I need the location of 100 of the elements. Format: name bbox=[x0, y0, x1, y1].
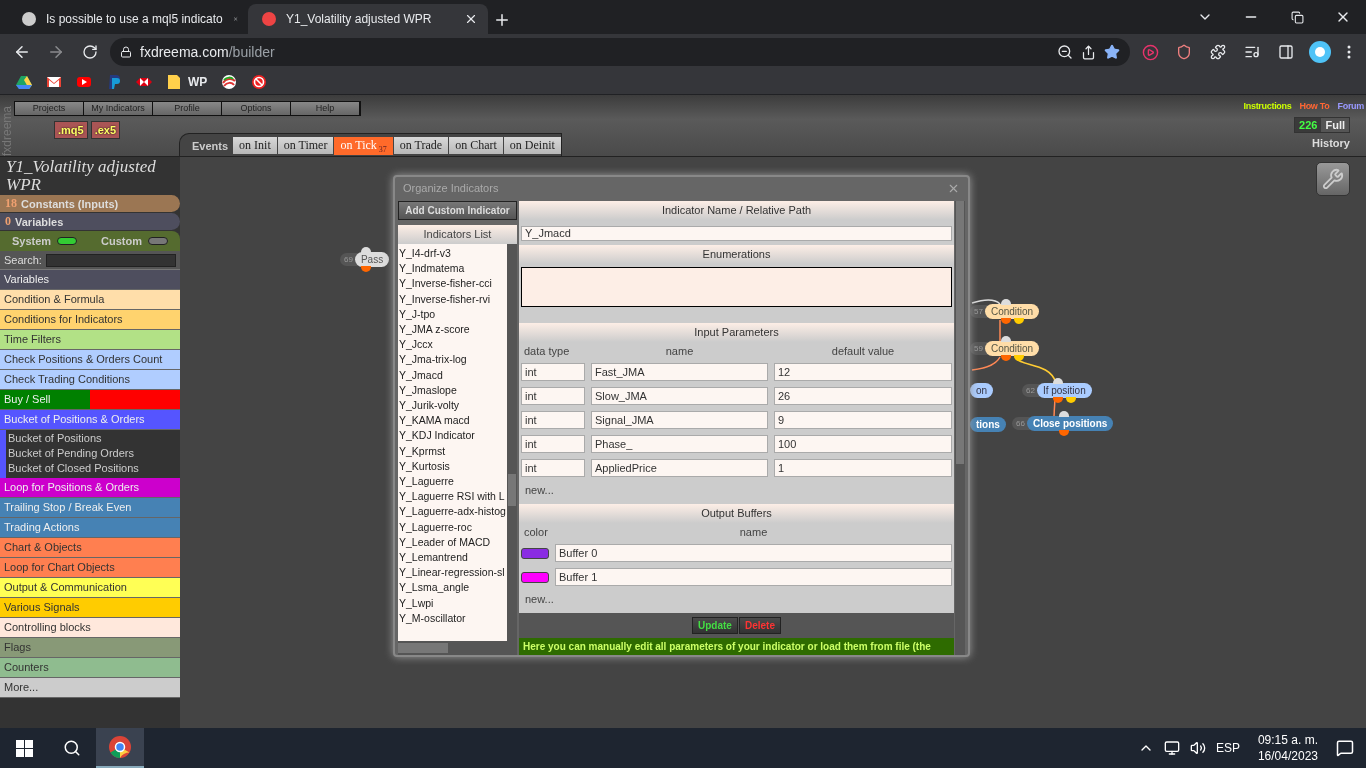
notifications-icon[interactable] bbox=[1336, 739, 1354, 757]
buffer-name-field[interactable]: Buffer 1 bbox=[555, 568, 952, 586]
category-item[interactable]: Time Filters bbox=[0, 330, 180, 350]
color-swatch[interactable] bbox=[521, 571, 549, 583]
event-tab[interactable]: on Trade bbox=[393, 137, 449, 155]
export-button[interactable]: .ex5 bbox=[90, 121, 121, 139]
subcategory-item[interactable]: Bucket of Positions bbox=[8, 431, 180, 446]
back-icon[interactable] bbox=[13, 43, 31, 61]
add-indicator-button[interactable]: Add Custom Indicator bbox=[398, 201, 517, 220]
indicator-item[interactable]: Y_Jmacd bbox=[398, 367, 507, 383]
type-field[interactable]: int bbox=[521, 363, 585, 381]
category-item[interactable]: Buy / Sell bbox=[0, 390, 90, 410]
toggle-switch[interactable] bbox=[148, 237, 168, 245]
indicator-item[interactable]: Y_M-oscillator bbox=[398, 610, 507, 627]
type-field[interactable]: int bbox=[521, 459, 585, 477]
browser-tab[interactable]: Y1_Volatility adjusted WPR bbox=[248, 4, 488, 34]
swirl-icon[interactable] bbox=[221, 74, 238, 90]
network-icon[interactable] bbox=[1163, 740, 1180, 756]
event-tab[interactable]: on Chart bbox=[449, 137, 503, 155]
volume-icon[interactable] bbox=[1189, 740, 1206, 756]
profile-icon[interactable] bbox=[1309, 41, 1331, 63]
indicator-item[interactable]: Y_Inverse-fisher-cci bbox=[398, 276, 507, 292]
menu-icon[interactable] bbox=[1347, 44, 1351, 60]
header-link[interactable]: Instructions bbox=[1243, 101, 1292, 111]
clock[interactable]: 09:15 a. m. 16/04/2023 bbox=[1257, 732, 1318, 764]
type-field[interactable]: int bbox=[521, 411, 585, 429]
buffer-name-field[interactable]: Buffer 0 bbox=[555, 544, 952, 562]
category-item[interactable]: Counters bbox=[0, 658, 180, 678]
bookmark-label[interactable]: WP bbox=[188, 75, 208, 89]
category-item[interactable]: Flags bbox=[0, 638, 180, 658]
name-field[interactable]: Y_Jmacd bbox=[521, 226, 952, 241]
menu-button[interactable]: Projects bbox=[15, 102, 84, 115]
indicator-item[interactable]: Y_Laguerre RSI with L bbox=[398, 489, 507, 505]
event-tab[interactable]: on Timer bbox=[277, 137, 334, 155]
browser-tab[interactable]: Is possible to use a mql5 indicato bbox=[8, 4, 248, 34]
category-item[interactable]: Controlling blocks bbox=[0, 618, 180, 638]
windows-icon[interactable] bbox=[15, 739, 33, 757]
envelope-icon[interactable] bbox=[46, 74, 62, 90]
indicator-item[interactable]: Y_Laguerre bbox=[398, 474, 507, 490]
indicator-item[interactable]: Y_Leader of MACD bbox=[398, 534, 507, 551]
block-node[interactable]: Close positions bbox=[1026, 416, 1114, 431]
param-name-field[interactable]: Slow_JMA bbox=[591, 387, 768, 405]
restore-icon[interactable] bbox=[1290, 10, 1304, 24]
play-circle-icon[interactable] bbox=[1141, 43, 1159, 61]
play-icon[interactable] bbox=[76, 74, 92, 90]
search-field[interactable] bbox=[45, 253, 176, 267]
full-button[interactable]: Full bbox=[1321, 118, 1349, 132]
indicator-item[interactable]: Y_Jmaslope bbox=[398, 382, 507, 399]
category-item[interactable]: Loop for Chart Objects bbox=[0, 558, 180, 578]
search-icon[interactable] bbox=[63, 739, 81, 757]
close-icon[interactable] bbox=[464, 12, 478, 26]
menu-button[interactable]: Help bbox=[291, 102, 360, 115]
address-bar[interactable]: fxdreema.com/builder bbox=[110, 38, 1130, 66]
category-item[interactable]: Output & Communication bbox=[0, 578, 180, 598]
indicator-item[interactable]: Y_Laguerre-adx-histog bbox=[398, 504, 507, 520]
type-field[interactable]: int bbox=[521, 435, 585, 453]
param-name-field[interactable]: AppliedPrice bbox=[591, 459, 768, 477]
tag-icon[interactable] bbox=[106, 74, 122, 90]
indicator-item[interactable]: Y_KAMA macd bbox=[398, 413, 507, 429]
action-button[interactable]: Update bbox=[692, 617, 738, 634]
event-tab[interactable]: on Deinit bbox=[503, 137, 561, 155]
category-item[interactable]: Loop for Positions & Orders bbox=[0, 478, 180, 498]
forward-icon[interactable] bbox=[47, 43, 65, 61]
indicator-item[interactable]: Y_Kurtosis bbox=[398, 458, 507, 475]
block-node[interactable]: Condition bbox=[984, 341, 1040, 356]
category-item[interactable]: Conditions for Indicators bbox=[0, 310, 180, 330]
block-node[interactable]: If position bbox=[1036, 383, 1092, 398]
scrollbar[interactable] bbox=[507, 244, 517, 641]
block-node[interactable]: on bbox=[970, 383, 994, 398]
media-icon[interactable] bbox=[1244, 44, 1260, 60]
category-item[interactable]: More... bbox=[0, 678, 180, 698]
zoom-out-icon[interactable] bbox=[1057, 44, 1073, 60]
category-item[interactable]: Variables bbox=[0, 270, 180, 290]
indicator-item[interactable]: Y_J-tpo bbox=[398, 306, 507, 322]
settings-button[interactable] bbox=[1316, 162, 1350, 196]
category-item[interactable]: Chart & Objects bbox=[0, 538, 180, 558]
indicator-item[interactable]: Y_Jurik-volty bbox=[398, 398, 507, 414]
category-item[interactable]: Various Signals bbox=[0, 598, 180, 618]
menu-button[interactable]: Options bbox=[222, 102, 291, 115]
triangle-icon[interactable] bbox=[16, 74, 32, 90]
default-value-field[interactable]: 26 bbox=[774, 387, 952, 405]
menu-button[interactable]: My Indicators bbox=[84, 102, 153, 115]
new-link[interactable]: new... bbox=[519, 589, 560, 613]
default-value-field[interactable]: 12 bbox=[774, 363, 952, 381]
folder-icon[interactable] bbox=[166, 74, 182, 90]
indicator-item[interactable]: Y_Lsma_angle bbox=[398, 580, 507, 596]
block-node[interactable]: tions bbox=[970, 417, 1006, 432]
header-link[interactable]: Forum bbox=[1337, 101, 1364, 111]
indicator-item[interactable]: Y_Inverse-fisher-rvi bbox=[398, 291, 507, 307]
scrollbar[interactable] bbox=[955, 201, 965, 655]
export-button[interactable]: .mq5 bbox=[54, 121, 88, 139]
subcategory-item[interactable]: Bucket of Pending Orders bbox=[8, 446, 180, 461]
block-node[interactable]: Condition bbox=[984, 304, 1040, 319]
indicator-item[interactable]: Y_Linear-regression-sl bbox=[398, 565, 507, 581]
scrollbar[interactable] bbox=[398, 641, 517, 655]
menu-button[interactable]: Profile bbox=[153, 102, 222, 115]
variables-bar[interactable]: 0 Variables bbox=[0, 213, 180, 230]
type-field[interactable]: int bbox=[521, 387, 585, 405]
indicator-item[interactable]: Y_KDJ Indicator bbox=[398, 428, 507, 444]
indicator-item[interactable]: Y_Laguerre-roc bbox=[398, 519, 507, 535]
